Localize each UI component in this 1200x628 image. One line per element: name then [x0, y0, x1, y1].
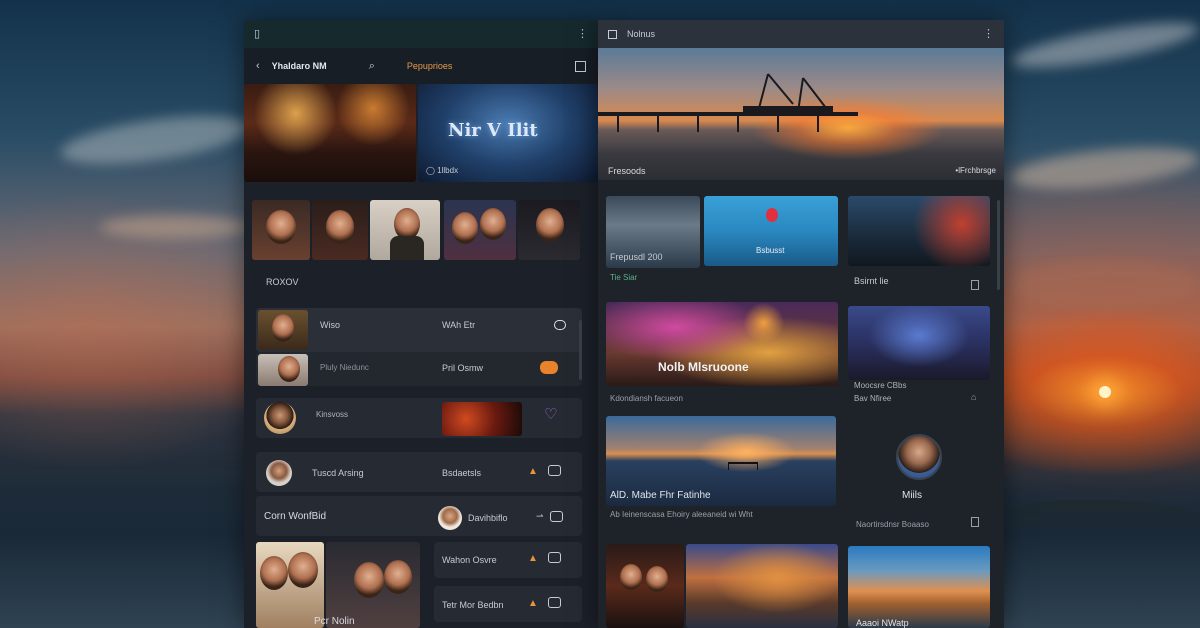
left-titlebar: ▯ ⋮: [244, 20, 598, 48]
right-hero-right-caption: •lFrchbrsge: [955, 166, 996, 175]
grid-tile-2-caption: Bsbusst: [756, 246, 785, 255]
grid-tile-1-caption: Frepusdl 200: [610, 252, 663, 262]
grid-tile-6-caption: AlD. Mabe Fhr Fatinhe: [610, 490, 711, 501]
document-icon: [608, 29, 617, 39]
thumbnail-2[interactable]: [312, 200, 368, 260]
heart-icon[interactable]: ♡: [544, 407, 557, 422]
right-app-panel: Nolnus ⋮ Fresoods •lFrchbrsge Frepusdl 2…: [598, 20, 1004, 628]
setting-sun: [1099, 386, 1111, 398]
hero-image-movie[interactable]: Nir V Ilit ◯ 1llbdx: [418, 84, 598, 182]
orange-toggle[interactable]: [540, 361, 558, 374]
grid-tile-5-sub: Bav Nfiree: [854, 394, 892, 403]
comment-icon[interactable]: [548, 552, 561, 563]
chat-bubble-icon[interactable]: [554, 320, 566, 330]
grid-tile-7-sub: Naortirsdnsr Boaaso: [856, 520, 929, 529]
flame-icon[interactable]: ▲: [528, 467, 538, 477]
grid-tile-7-caption: Miils: [902, 490, 922, 501]
thumbnail-3[interactable]: [370, 200, 440, 260]
list-row-4-action[interactable]: Bsdaetsls: [442, 468, 481, 478]
grid-tile-1-sub: Tie Siar: [610, 273, 638, 282]
pier-bench: [728, 462, 758, 470]
list-row-3-avatar: [264, 402, 296, 434]
grid-tile-4-sub: Kdondiansh facueon: [610, 394, 683, 403]
hero-overlay-title: Nir V Ilit: [448, 120, 538, 141]
left-app-panel: ▯ ⋮ ‹ Yhaldaro NM ⌕ Pepuprioes Nir V Ili…: [244, 20, 598, 628]
comment-icon[interactable]: [550, 511, 563, 522]
window-icon[interactable]: [575, 60, 586, 72]
list-row-3-media[interactable]: [442, 402, 522, 436]
grid-tile-2[interactable]: Bsbusst: [704, 196, 838, 266]
left-header: ‹ Yhaldaro NM ⌕ Pepuprioes: [244, 48, 598, 84]
list-row-2-name: Pluly Niedunc: [320, 363, 369, 372]
section-label: ROXOV: [266, 277, 299, 287]
left-header-title: Yhaldaro NM: [271, 61, 327, 71]
red-balloon-icon: [766, 208, 778, 222]
right-titlebar-title: Nolnus: [627, 29, 656, 39]
pier-silhouette: [598, 73, 858, 132]
list-row-3[interactable]: [256, 398, 582, 438]
bookmark-icon[interactable]: [971, 280, 979, 290]
tablet-icon: ▯: [254, 27, 261, 40]
thumbnail-1[interactable]: [252, 200, 310, 260]
bookmark-icon[interactable]: ⌂: [971, 393, 976, 402]
left-header-accent-link[interactable]: Pepuprioes: [407, 61, 453, 71]
right-hero-image[interactable]: Fresoods •lFrchbrsge: [598, 48, 1004, 180]
kebab-menu-icon[interactable]: ⋮: [983, 28, 994, 40]
left-scrollbar[interactable]: [579, 320, 582, 380]
grid-tile-4-caption: Nolb Mlsruoone: [658, 360, 749, 374]
right-titlebar: Nolnus ⋮: [598, 20, 1004, 48]
search-icon[interactable]: ⌕: [369, 60, 375, 72]
right-hero-caption: Fresoods: [608, 166, 646, 176]
list-row-7-name: Tetr Mor Bedbn: [442, 600, 504, 610]
list-row-1-avatar: [258, 310, 308, 350]
list-row-4-name: Tuscd Arsing: [312, 468, 364, 478]
grid-tile-3[interactable]: [848, 196, 990, 266]
grid-tile-5-caption: Moocsre CBbs: [854, 381, 907, 390]
grid-tile-9[interactable]: Aaaoi NWatp: [848, 546, 990, 628]
thumbnail-5[interactable]: [518, 200, 580, 260]
list-row-3-name: Kinsvoss: [316, 410, 349, 419]
back-arrow-icon[interactable]: ‹: [256, 60, 260, 72]
grid-tile-3-caption: Bsirnt lie: [854, 276, 889, 286]
flame-icon[interactable]: ▲: [528, 599, 538, 609]
list-row-2-avatar: [258, 354, 308, 386]
hero-caption: ◯ 1llbdx: [426, 166, 459, 175]
kebab-menu-icon[interactable]: ⋮: [577, 28, 588, 40]
list-row-1-name: Wiso: [320, 320, 340, 330]
thumbnail-4[interactable]: [444, 200, 516, 260]
grid-tile-6-sub: Ab Ieinenscasa Ehoiry aleeaneid wi Wht: [610, 510, 753, 519]
cloud: [1010, 260, 1200, 310]
right-scrollbar[interactable]: [997, 200, 1000, 290]
grid-tile-8a[interactable]: [606, 544, 684, 628]
list-row-1-action[interactable]: WAh Etr: [442, 320, 475, 330]
bottom-photo-caption: Pcr Nolin: [314, 616, 355, 627]
list-row-5-action[interactable]: Davihbiflo: [468, 513, 508, 523]
grid-tile-9-caption: Aaaoi NWatp: [856, 618, 909, 628]
flame-icon[interactable]: ▲: [528, 554, 538, 564]
list-row-5-avatar: [438, 506, 462, 530]
grid-tile-8b[interactable]: [686, 544, 838, 628]
grid-tile-5[interactable]: [848, 306, 990, 380]
grid-tile-4[interactable]: Nolb Mlsruoone: [606, 302, 838, 386]
cloud: [100, 215, 250, 239]
list-row-5-name: Corn WonfBid: [264, 511, 327, 522]
arrow-icon[interactable]: ⇀: [536, 512, 544, 521]
profile-avatar[interactable]: [896, 434, 942, 480]
list-row-2-action[interactable]: Pril Osmw: [442, 363, 483, 373]
hero-image-bar[interactable]: [244, 84, 416, 182]
comment-icon[interactable]: [548, 465, 561, 476]
comment-icon[interactable]: [548, 597, 561, 608]
bookmark-icon[interactable]: [971, 517, 979, 527]
list-row-4-avatar: [266, 460, 292, 486]
list-row-6-name: Wahon Osvre: [442, 555, 497, 565]
